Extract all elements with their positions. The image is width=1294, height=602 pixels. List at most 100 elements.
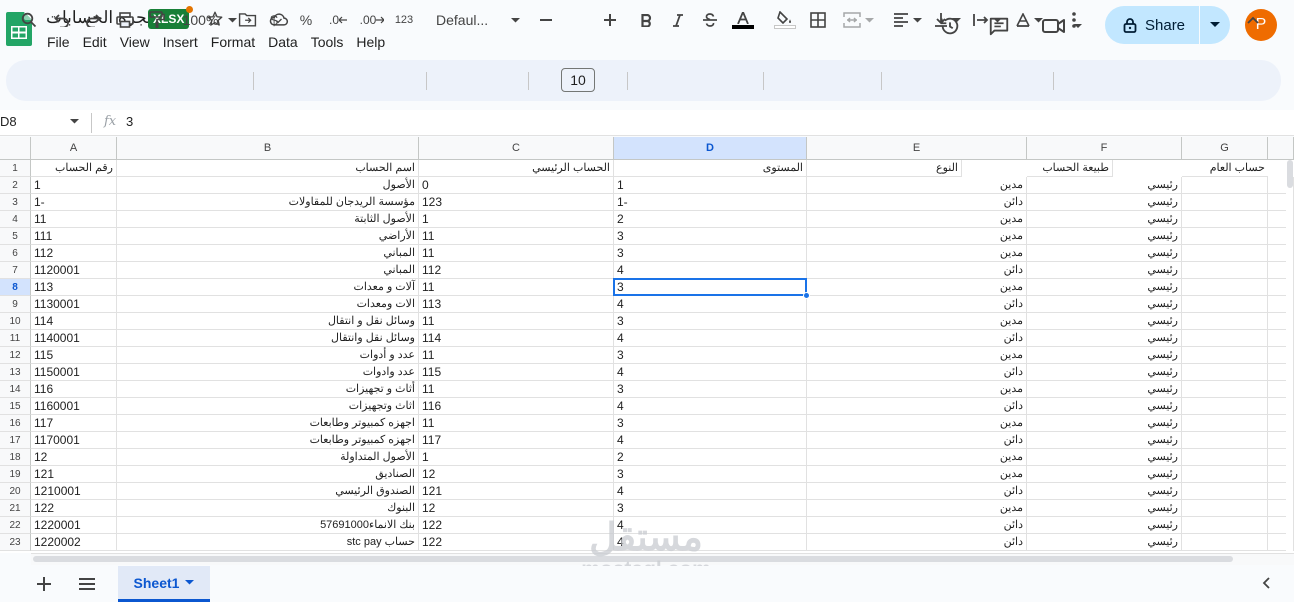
table-cell[interactable]: 113 [419,296,614,313]
column-header-extra[interactable] [1268,137,1294,160]
table-cell[interactable]: رئيسي [1027,398,1182,415]
header-cell-b[interactable]: اسم الحساب [117,160,419,177]
menu-help[interactable]: Help [356,32,385,52]
table-cell[interactable]: حساب stc pay [117,534,419,551]
text-color-icon[interactable] [731,8,755,32]
more-options-icon[interactable] [1063,8,1085,32]
row-header[interactable]: 20 [0,483,31,500]
table-cell[interactable]: دائن [807,432,1027,449]
table-cell[interactable]: مدين [807,228,1027,245]
table-cell[interactable] [1182,177,1268,194]
table-cell[interactable]: رئيسي [1027,483,1182,500]
table-cell[interactable]: المباني [117,245,419,262]
table-cell[interactable]: المباني [117,262,419,279]
add-sheet-icon[interactable] [37,574,51,597]
table-cell[interactable]: 1120001 [31,262,117,279]
table-cell[interactable]: 1160001 [31,398,117,415]
row-header[interactable]: 6 [0,245,31,262]
strikethrough-icon[interactable] [699,8,721,32]
row-header[interactable]: 14 [0,381,31,398]
table-cell[interactable]: 11 [419,228,614,245]
table-cell[interactable]: 3 [614,279,807,296]
table-cell[interactable]: الأراضي [117,228,419,245]
increase-font-size-icon[interactable] [600,8,620,32]
row-header[interactable]: 3 [0,194,31,211]
table-cell[interactable]: 4 [614,364,807,381]
table-cell[interactable]: 12 [419,500,614,517]
table-cell[interactable]: 112 [419,262,614,279]
name-box-caret-icon[interactable] [70,119,79,124]
table-cell[interactable]: 2 [614,211,807,228]
table-cell[interactable]: وسائل نقل و انتقال [117,313,419,330]
table-cell[interactable]: 115 [31,347,117,364]
table-cell[interactable] [1182,466,1268,483]
menu-data[interactable]: Data [268,32,298,52]
table-cell[interactable]: 3 [614,500,807,517]
table-cell[interactable]: رئيسي [1027,432,1182,449]
table-cell[interactable]: الأصول [117,177,419,194]
vertical-scrollbar[interactable] [1286,161,1293,553]
table-cell[interactable]: رئيسي [1027,330,1182,347]
sheet-tab[interactable]: Sheet1 [118,566,210,602]
table-cell[interactable]: 115 [419,364,614,381]
currency-format-button[interactable]: $ [263,8,285,32]
row-header[interactable]: 11 [0,330,31,347]
table-cell[interactable]: 117 [31,415,117,432]
table-cell[interactable]: الصناديق [117,466,419,483]
table-cell[interactable]: مدين [807,211,1027,228]
table-cell[interactable]: رئيسي [1027,534,1182,551]
row-header[interactable]: 9 [0,296,31,313]
table-cell[interactable]: دائن [807,398,1027,415]
table-cell[interactable]: 12 [419,466,614,483]
table-cell[interactable]: رئيسي [1027,466,1182,483]
table-cell[interactable]: 121 [31,466,117,483]
table-cell[interactable]: 114 [31,313,117,330]
table-cell[interactable] [1182,483,1268,500]
table-cell[interactable] [1182,194,1268,211]
table-cell[interactable]: اثاث وتجهيزات [117,398,419,415]
row-header[interactable]: 1 [0,160,31,177]
menu-view[interactable]: View [120,32,150,52]
sheet-tab-caret-icon[interactable] [185,580,195,585]
table-cell[interactable]: مدين [807,449,1027,466]
select-all-corner[interactable] [0,137,31,160]
table-cell[interactable]: الأصول الثابتة [117,211,419,228]
table-cell[interactable]: مدين [807,177,1027,194]
table-cell[interactable]: رئيسي [1027,228,1182,245]
borders-icon[interactable] [807,8,829,32]
table-cell[interactable] [1182,500,1268,517]
table-cell[interactable]: مدين [807,500,1027,517]
table-cell[interactable]: 116 [31,381,117,398]
table-cell[interactable]: الات ومعدات [117,296,419,313]
table-cell[interactable]: رئيسي [1027,449,1182,466]
table-cell[interactable] [1182,432,1268,449]
table-cell[interactable]: 111 [31,228,117,245]
merge-cells-button[interactable] [839,8,877,32]
table-cell[interactable] [1182,415,1268,432]
bold-icon[interactable] [635,8,657,32]
table-cell[interactable] [1182,517,1268,534]
vertical-align-button[interactable] [929,8,965,32]
redo-icon[interactable] [82,8,104,32]
table-cell[interactable]: دائن [807,330,1027,347]
row-header[interactable]: 2 [0,177,31,194]
paint-format-icon[interactable] [146,8,168,32]
table-cell[interactable]: دائن [807,194,1027,211]
text-wrapping-button[interactable] [969,8,1005,32]
print-icon[interactable] [114,8,136,32]
header-cell-d[interactable]: المستوى [614,160,807,177]
column-header-c[interactable]: C [419,137,614,160]
table-cell[interactable]: 3 [614,228,807,245]
table-cell[interactable]: رئيسي [1027,517,1182,534]
decrease-decimal-button[interactable]: .0 [326,8,350,32]
header-cell-f[interactable]: النوع [807,160,962,177]
percent-format-button[interactable]: % [295,8,317,32]
table-cell[interactable]: رئيسي [1027,364,1182,381]
table-cell[interactable]: رئيسي [1027,381,1182,398]
table-cell[interactable]: رئيسي [1027,296,1182,313]
table-cell[interactable] [1182,228,1268,245]
share-button[interactable]: Share [1105,6,1230,44]
table-cell[interactable] [1182,211,1268,228]
font-size-input[interactable]: 10 [561,68,595,92]
row-header[interactable]: 21 [0,500,31,517]
